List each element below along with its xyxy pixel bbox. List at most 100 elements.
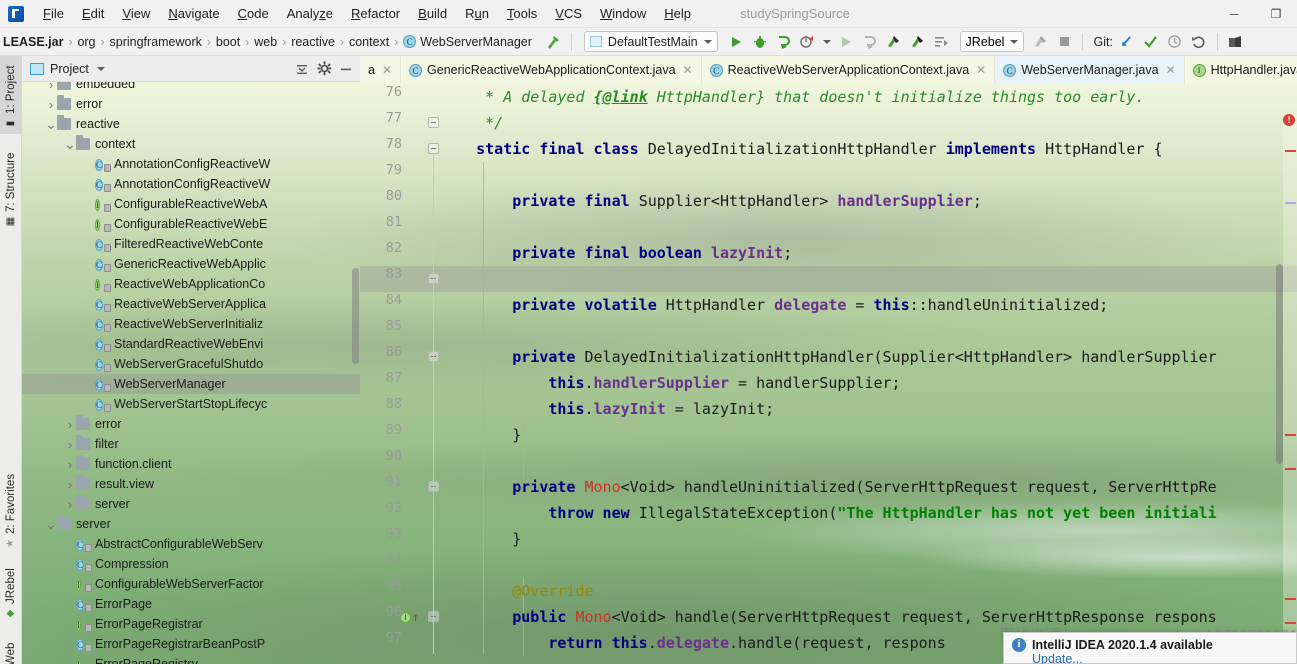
menu-analyze[interactable]: Analyze: [278, 2, 342, 25]
close-icon[interactable]: ✕: [683, 63, 693, 77]
attach-process-icon[interactable]: [858, 30, 882, 54]
settings-gear-icon[interactable]: [314, 59, 334, 79]
chevron-right-icon[interactable]: ›: [45, 82, 57, 92]
git-rollback-icon[interactable]: [1187, 30, 1211, 54]
tree-item[interactable]: › embedded: [22, 82, 360, 94]
chevron-down-icon[interactable]: ⌄: [45, 517, 57, 531]
tree-item[interactable]: C AnnotationConfigReactiveW: [22, 174, 360, 194]
menu-window[interactable]: Window: [591, 2, 655, 25]
chevron-down-icon[interactable]: ⌄: [45, 117, 57, 131]
close-icon[interactable]: ✕: [976, 63, 986, 77]
close-icon[interactable]: ✕: [382, 63, 392, 77]
menu-file[interactable]: File: [34, 2, 73, 25]
jrebel-run-icon[interactable]: [882, 30, 906, 54]
run-dashboard-icon[interactable]: [930, 30, 954, 54]
git-commit-icon[interactable]: [1139, 30, 1163, 54]
code-javadoc-link[interactable]: {@link: [594, 88, 648, 106]
menu-tools[interactable]: Tools: [498, 2, 546, 25]
tree-item[interactable]: I ConfigurableReactiveWebA: [22, 194, 360, 214]
tree-item[interactable]: C FilteredReactiveWebConte: [22, 234, 360, 254]
tree-item[interactable]: I ConfigurableReactiveWebE: [22, 214, 360, 234]
tree-item[interactable]: I ConfigurableWebServerFactor: [22, 574, 360, 594]
menu-navigate[interactable]: Navigate: [159, 2, 228, 25]
code-editor[interactable]: 76 77 78 79 80 81 82 83 84 85 86 87 88 8…: [360, 84, 1297, 664]
menu-edit[interactable]: Edit: [73, 2, 113, 25]
jrebel-selector[interactable]: JRebel: [959, 31, 1025, 52]
tree-item[interactable]: C StandardReactiveWebEnvi: [22, 334, 360, 354]
run-with-coverage-icon[interactable]: [772, 30, 796, 54]
info-marker[interactable]: [1285, 202, 1296, 204]
menu-view[interactable]: View: [113, 2, 159, 25]
chevron-right-icon[interactable]: ›: [64, 497, 76, 512]
editor-marker-bar[interactable]: !: [1283, 112, 1297, 664]
project-tree[interactable]: › embedded › error ⌄ reactive ⌄ context C Annotat…: [22, 82, 360, 664]
chevron-down-icon[interactable]: [96, 66, 105, 71]
menu-help[interactable]: Help: [655, 2, 700, 25]
editor-gutter[interactable]: 76 77 78 79 80 81 82 83 84 85 86 87 88 8…: [360, 84, 439, 664]
menu-refactor[interactable]: Refactor: [342, 2, 409, 25]
tree-item[interactable]: C WebServerStartStopLifecyc: [22, 394, 360, 414]
sidebar-item-project[interactable]: ▮ 1: Project: [0, 56, 22, 134]
breadcrumb-item-springframework[interactable]: springframework: [107, 33, 205, 51]
tree-item[interactable]: I ErrorPageRegistry: [22, 654, 360, 664]
tree-item[interactable]: I ReactiveWebApplicationCo: [22, 274, 360, 294]
breadcrumb-item-jar[interactable]: LEASE.jar: [0, 33, 66, 51]
rerun-icon[interactable]: [834, 30, 858, 54]
jrebel-stop-icon[interactable]: [1028, 30, 1052, 54]
tree-item[interactable]: C WebServerGracefulShutdo: [22, 354, 360, 374]
run-dropdown-caret-icon[interactable]: [820, 30, 834, 54]
tree-item[interactable]: C ErrorPage: [22, 594, 360, 614]
sidebar-item-favorites[interactable]: ★ 2: Favorites: [0, 458, 22, 554]
minimize-button[interactable]: ─: [1213, 0, 1255, 28]
breadcrumb-item-reactive[interactable]: reactive: [288, 33, 338, 51]
fold-marker[interactable]: [428, 143, 439, 154]
tree-item[interactable]: › result.view: [22, 474, 360, 494]
sidebar-item-jrebel[interactable]: ◆ JRebel: [0, 560, 22, 624]
chevron-right-icon[interactable]: ›: [64, 437, 76, 452]
tree-item[interactable]: › server: [22, 494, 360, 514]
menu-run[interactable]: Run: [456, 2, 498, 25]
search-everywhere-icon[interactable]: [1224, 30, 1248, 54]
menu-build[interactable]: Build: [409, 2, 456, 25]
fold-marker[interactable]: [428, 117, 439, 128]
hide-panel-icon[interactable]: [336, 59, 356, 79]
editor-tab-reactive-web-server-application-context[interactable]: C ReactiveWebServerApplicationContext.ja…: [701, 56, 996, 84]
chevron-down-icon[interactable]: ⌄: [64, 137, 76, 151]
tree-item[interactable]: C ReactiveWebServerInitializ: [22, 314, 360, 334]
sidebar-item-web[interactable]: ▣ Web: [0, 630, 22, 664]
tree-item[interactable]: ⌄ reactive: [22, 114, 360, 134]
tree-item[interactable]: › error: [22, 94, 360, 114]
collapse-all-icon[interactable]: [292, 59, 312, 79]
tree-item[interactable]: › error: [22, 414, 360, 434]
tree-item[interactable]: C AbstractConfigurableWebServ: [22, 534, 360, 554]
error-marker[interactable]: [1285, 434, 1296, 436]
tree-item[interactable]: C WebServerManager: [22, 374, 360, 394]
maximize-button[interactable]: ❐: [1255, 0, 1297, 28]
update-notification-balloon[interactable]: i IntelliJ IDEA 2020.1.4 available Updat…: [1003, 632, 1297, 664]
chevron-right-icon[interactable]: ›: [64, 417, 76, 432]
notification-update-link[interactable]: Update...: [1032, 652, 1288, 664]
breadcrumb-item-class[interactable]: C WebServerManager: [400, 33, 535, 51]
chevron-right-icon[interactable]: ›: [64, 457, 76, 472]
tree-item[interactable]: I ErrorPageRegistrar: [22, 614, 360, 634]
jrebel-debug-icon[interactable]: [906, 30, 930, 54]
close-icon[interactable]: ✕: [1166, 63, 1176, 77]
implemented-method-marker[interactable]: I ↑: [400, 609, 422, 625]
build-hammer-icon[interactable]: [541, 30, 565, 54]
breadcrumb-item-context[interactable]: context: [346, 33, 392, 51]
tree-item[interactable]: › function.client: [22, 454, 360, 474]
git-history-icon[interactable]: [1163, 30, 1187, 54]
error-marker[interactable]: [1285, 598, 1296, 600]
menu-code[interactable]: Code: [229, 2, 278, 25]
error-count-icon[interactable]: !: [1283, 114, 1295, 126]
sidebar-item-structure[interactable]: ▦ 7: Structure: [0, 138, 22, 232]
tree-item[interactable]: C Compression: [22, 554, 360, 574]
breadcrumb-item-org[interactable]: org: [74, 33, 98, 51]
breadcrumb-item-web[interactable]: web: [251, 33, 280, 51]
editor-tab-clipped[interactable]: a ✕: [360, 56, 402, 84]
tree-item[interactable]: C GenericReactiveWebApplic: [22, 254, 360, 274]
error-marker[interactable]: [1285, 150, 1296, 152]
stop-icon[interactable]: [1052, 30, 1076, 54]
git-update-icon[interactable]: [1115, 30, 1139, 54]
tree-item[interactable]: ⌄ server: [22, 514, 360, 534]
